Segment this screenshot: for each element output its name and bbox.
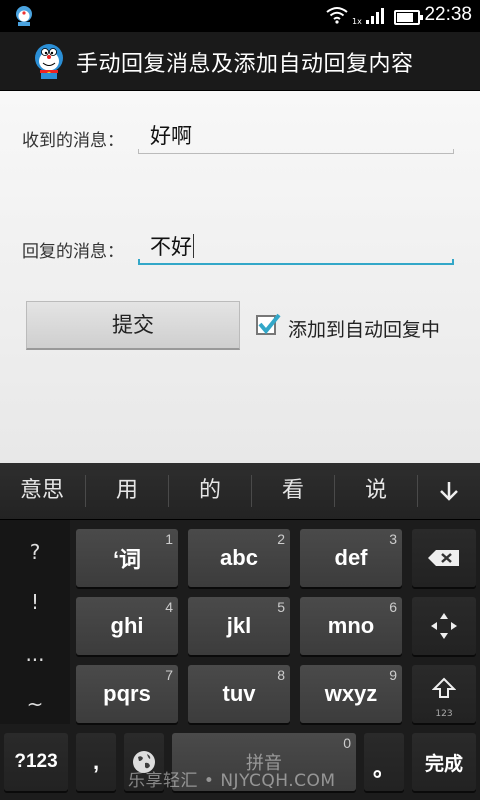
key-8[interactable]: tuv 8 (188, 665, 290, 723)
received-message-field[interactable]: 好啊 (138, 120, 454, 154)
auto-reply-checkbox[interactable] (256, 313, 281, 335)
received-message-label: 收到的消息： (22, 131, 124, 151)
symbol-key[interactable]: ~ (0, 692, 70, 716)
field-underline-focused (138, 259, 454, 265)
key-3[interactable]: def 3 (300, 529, 402, 587)
field-underline (138, 149, 454, 154)
received-message-value: 好啊 (150, 124, 192, 148)
shift-arrow-icon (432, 677, 456, 698)
move-arrows-icon (431, 613, 457, 639)
candidate-word[interactable]: 说 (335, 463, 417, 519)
reply-message-value: 不好 (150, 235, 192, 259)
clock: 22:38 (424, 4, 472, 25)
key-1[interactable]: ‘词 1 (76, 529, 178, 587)
wifi-icon (326, 6, 348, 28)
reply-message-field[interactable]: 不好 (138, 231, 454, 265)
candidate-word[interactable]: 的 (169, 463, 251, 519)
soft-keyboard: 意思 用 的 看 说 ? ! ... ~ ‘词 1 abc 2 def 3 ghi 4 … (0, 463, 480, 800)
key-5[interactable]: jkl 5 (188, 597, 290, 655)
text-cursor (193, 234, 194, 258)
cursor-move-key[interactable] (412, 597, 476, 655)
network-type-label: 1x (352, 17, 362, 26)
app-logo-icon (32, 43, 66, 79)
symbol-key[interactable]: ... (0, 642, 70, 666)
key-9[interactable]: wxyz 9 (300, 665, 402, 723)
key-2[interactable]: abc 2 (188, 529, 290, 587)
reply-message-label: 回复的消息： (22, 242, 124, 262)
symbol-key[interactable]: ! (0, 590, 70, 614)
candidate-word[interactable]: 用 (86, 463, 168, 519)
form-area: 收到的消息： 好啊 回复的消息： 不好 提交 添加到自动回复中 (0, 91, 480, 463)
arrow-down-icon (440, 482, 458, 501)
battery-icon (394, 10, 423, 25)
key-6[interactable]: mno 6 (300, 597, 402, 655)
page-title: 手动回复消息及添加自动回复内容 (76, 52, 414, 77)
auto-reply-label[interactable]: 添加到自动回复中 (288, 315, 440, 342)
symbol-column: ? ! ... ~ (0, 520, 70, 724)
candidate-word[interactable]: 意思 (0, 463, 84, 519)
watermark-text: 乐享轻汇 • NJYCQH.COM (128, 771, 336, 791)
battery-fill (397, 13, 414, 22)
candidate-word[interactable]: 看 (252, 463, 334, 519)
candidate-bar: 意思 用 的 看 说 (0, 463, 480, 520)
symbol-key[interactable]: ? (0, 540, 70, 564)
backspace-key[interactable] (412, 529, 476, 587)
action-bar: 手动回复消息及添加自动回复内容 (0, 32, 480, 91)
key-4[interactable]: ghi 4 (76, 597, 178, 655)
checkmark-icon (258, 313, 281, 335)
submit-button[interactable]: 提交 (26, 301, 240, 350)
backspace-icon (428, 550, 459, 566)
comma-key[interactable]: , (76, 733, 116, 791)
collapse-keyboard-button[interactable] (418, 463, 480, 519)
period-key[interactable]: 。 (364, 733, 404, 791)
done-key[interactable]: 完成 (412, 733, 476, 791)
status-bar: 1x 22:38 (0, 0, 480, 32)
symbols-mode-key[interactable]: ?123 (4, 733, 68, 791)
app-notification-icon (14, 5, 34, 31)
shift-key[interactable]: 123 (412, 665, 476, 723)
key-7[interactable]: pqrs 7 (76, 665, 178, 723)
